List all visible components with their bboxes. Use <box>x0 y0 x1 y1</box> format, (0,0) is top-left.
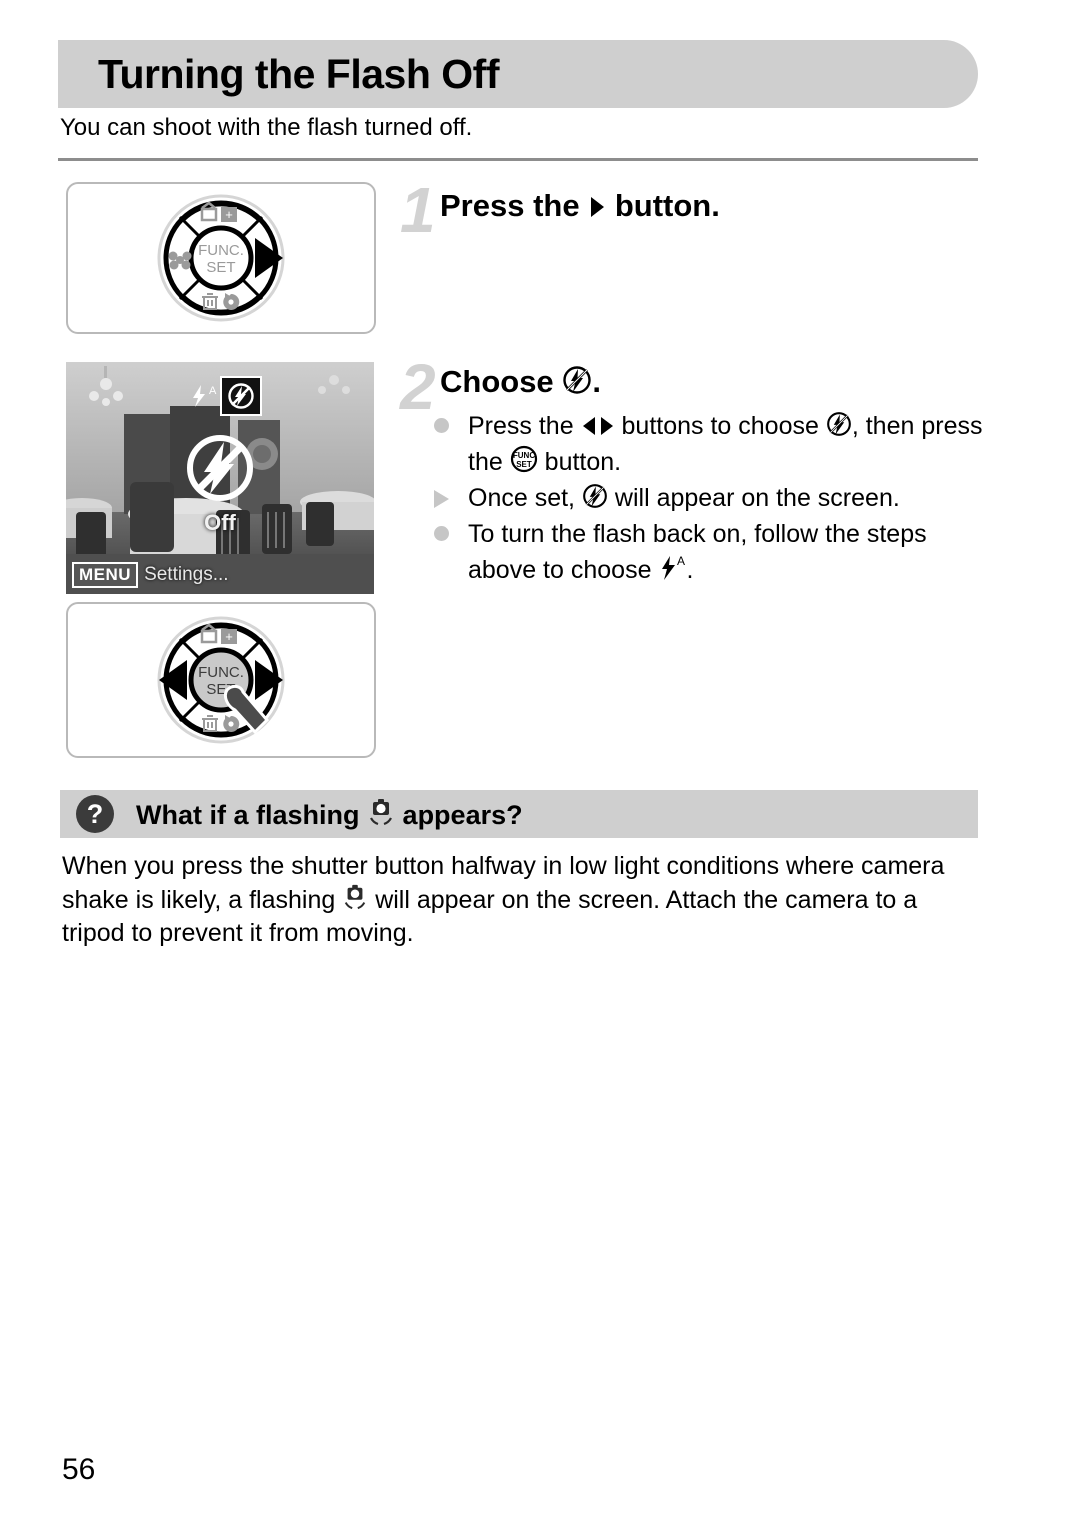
bullet3-seg1: To turn the flash back on, follow the st… <box>468 520 927 584</box>
faq-title: What if a flashing appears? <box>136 797 523 833</box>
control-dial-right-icon: FUNC. SET + <box>157 194 285 322</box>
faq-body: When you press the shutter button halfwa… <box>62 850 982 950</box>
svg-text:A: A <box>209 385 217 397</box>
bullet1-seg2: buttons to choose <box>621 412 819 440</box>
left-right-buttons-icon <box>581 415 615 437</box>
flash-auto-icon: A <box>193 385 217 407</box>
lcd-menu-hint: MENU Settings... <box>72 562 229 588</box>
page-number: 56 <box>62 1453 96 1486</box>
svg-text:SET: SET <box>206 259 235 276</box>
illustration-control-dial-step1: FUNC. SET + <box>66 182 376 334</box>
step2-bullet-list: Press the buttons to choose , then press… <box>432 408 988 588</box>
step-heading-2: Choose . <box>440 362 601 402</box>
bullet-marker-triangle <box>434 490 449 508</box>
header-divider <box>58 158 978 161</box>
bullet1-seg1: Press the <box>468 412 574 440</box>
bullet-marker-dot <box>434 418 449 433</box>
bullet2-seg2: will appear on the screen. <box>614 484 900 512</box>
svg-text:FUNC: FUNC <box>513 451 535 460</box>
lcd-option-flash-auto[interactable]: A <box>184 378 222 414</box>
camera-shake-icon <box>367 797 395 827</box>
faq-title-after: appears? <box>402 800 523 830</box>
camera-shake-icon <box>342 883 368 911</box>
step1-text-before: Press the <box>440 188 580 223</box>
svg-text:A: A <box>677 555 685 568</box>
flash-auto-icon: A <box>658 555 686 581</box>
illustration-camera-lcd: A Off MENU Settings... <box>66 362 374 594</box>
step-number-2: 2 <box>400 351 436 423</box>
menu-button-chip[interactable]: MENU <box>72 562 139 588</box>
illustration-control-dial-step2: FUNC. SET + <box>66 602 376 758</box>
manual-page: Turning the Flash Off You can shoot with… <box>0 0 1080 1521</box>
control-dial-left-right-icon: FUNC. SET + <box>157 616 285 744</box>
step1-text-after: button. <box>614 188 720 223</box>
svg-text:FUNC.: FUNC. <box>198 242 244 259</box>
lcd-flash-off-overlay <box>184 432 256 504</box>
question-mark-icon: ? <box>76 795 114 833</box>
right-arrow-button-icon <box>588 195 606 219</box>
bullet-marker-dot <box>434 526 449 541</box>
step-heading-1: Press the button. <box>440 186 720 226</box>
bullet-item: To turn the flash back on, follow the st… <box>432 516 988 588</box>
bullet-item: Once set, will appear on the screen. <box>432 480 988 516</box>
flash-off-icon <box>187 435 253 501</box>
flash-off-icon <box>582 483 608 509</box>
page-title: Turning the Flash Off <box>98 51 499 97</box>
svg-text:FUNC.: FUNC. <box>198 664 244 681</box>
step-number-1: 1 <box>400 174 436 246</box>
bullet3-seg2: . <box>686 556 694 584</box>
lcd-status-label: Off <box>204 510 236 535</box>
svg-text:+: + <box>225 207 233 222</box>
flash-off-icon <box>228 383 254 409</box>
bullet-item: Press the buttons to choose , then press… <box>432 408 988 480</box>
bullet1-seg4: button. <box>544 448 622 476</box>
lcd-option-flash-off[interactable] <box>220 376 262 416</box>
svg-text:SET: SET <box>516 460 532 469</box>
faq-title-before: What if a flashing <box>136 800 360 830</box>
flash-off-icon <box>562 365 592 395</box>
svg-text:+: + <box>225 629 233 644</box>
intro-text: You can shoot with the flash turned off. <box>60 114 473 141</box>
menu-hint-label: Settings... <box>144 564 229 585</box>
step2-text-before: Choose <box>440 364 554 399</box>
bullet2-seg1: Once set, <box>468 484 575 512</box>
func-set-button-icon: FUNC SET <box>510 445 538 473</box>
step2-text-after: . <box>592 364 601 399</box>
flash-off-icon <box>826 411 852 437</box>
